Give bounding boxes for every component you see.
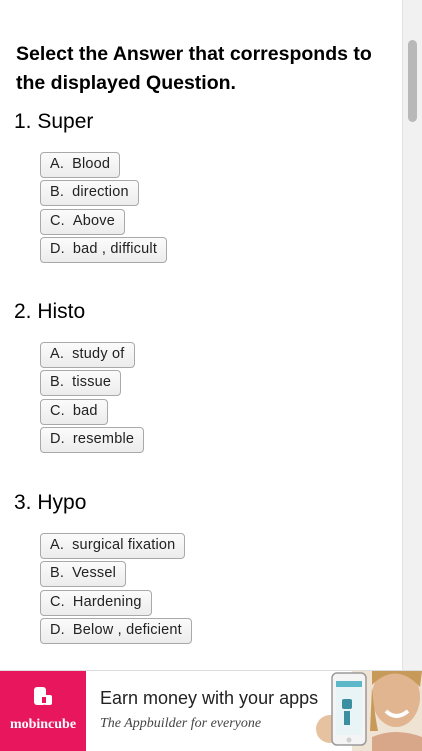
ad-banner[interactable]: mobincube Earn money with your apps The … — [0, 670, 422, 751]
question-title: 3. Hypo — [14, 491, 87, 514]
answer-letter: A. — [50, 537, 65, 553]
answer-letter: D. — [50, 430, 65, 447]
page-heading: Select the Answer that corresponds to th… — [16, 43, 372, 94]
question-title: 1. Super — [14, 110, 94, 133]
question-title: 2. Histo — [14, 300, 86, 323]
answer-text: study of — [72, 346, 125, 362]
answer-letter: B. — [50, 374, 65, 391]
answer-letter: C. — [50, 402, 65, 419]
answer-button[interactable]: D. resemble — [40, 426, 145, 453]
answer-button[interactable]: C. Above — [40, 208, 126, 235]
vertical-scrollbar[interactable] — [402, 0, 422, 670]
answer-text: bad , difficult — [72, 240, 158, 257]
answer-button[interactable]: B. tissue — [40, 370, 122, 397]
answer-text: surgical fixation — [72, 537, 176, 553]
answer-button[interactable]: B. Vessel — [40, 561, 127, 588]
answer-button[interactable]: D. Below , deficient — [40, 617, 192, 644]
answer-options: A. surgical fixation B. Vessel C. Hardening… — [40, 533, 192, 646]
answer-button[interactable]: A. surgical fixation — [40, 533, 186, 559]
answer-letter: B. — [50, 184, 65, 201]
answer-options: A. Blood B. direction C. Above D. bad , diff… — [40, 152, 168, 265]
answer-letter: C. — [50, 212, 65, 229]
answer-button[interactable]: B. direction — [40, 180, 139, 207]
answer-letter: B. — [50, 565, 65, 582]
answer-letter: D. — [50, 240, 65, 257]
answer-text: tissue — [72, 374, 112, 391]
answer-text: Hardening — [72, 593, 142, 610]
scrollbar-thumb[interactable] — [408, 40, 417, 122]
answer-button[interactable]: D. bad , difficult — [40, 236, 168, 263]
answer-letter: A. — [50, 156, 65, 172]
phone-with-woman-image — [316, 671, 422, 751]
answer-button[interactable]: A. Blood — [40, 152, 121, 178]
answer-text: direction — [72, 184, 129, 201]
answer-text: bad — [72, 402, 98, 419]
answer-options: A. study of B. tissue C. bad D. resemble — [40, 342, 145, 455]
answer-text: resemble — [72, 430, 135, 447]
answer-letter: D. — [50, 621, 65, 638]
ad-subtitle: The Appbuilder for everyone — [100, 716, 262, 731]
answer-text: Vessel — [72, 565, 117, 582]
answer-button[interactable]: A. study of — [40, 342, 135, 368]
quiz-page: Select the Answer that corresponds to th… — [0, 0, 402, 670]
mobincube-logo-icon — [34, 687, 52, 705]
answer-letter: C. — [50, 593, 65, 610]
ad-brand-name: mobincube — [9, 717, 77, 732]
ad-logo[interactable]: mobincube — [0, 671, 86, 751]
answer-letter: A. — [50, 346, 65, 362]
answer-text: Blood — [72, 156, 111, 172]
ad-title: Earn money with your apps — [100, 688, 319, 708]
answer-text: Above — [72, 212, 116, 229]
answer-text: Below , deficient — [72, 621, 182, 638]
answer-button[interactable]: C. bad — [40, 398, 108, 425]
answer-button[interactable]: C. Hardening — [40, 589, 152, 616]
